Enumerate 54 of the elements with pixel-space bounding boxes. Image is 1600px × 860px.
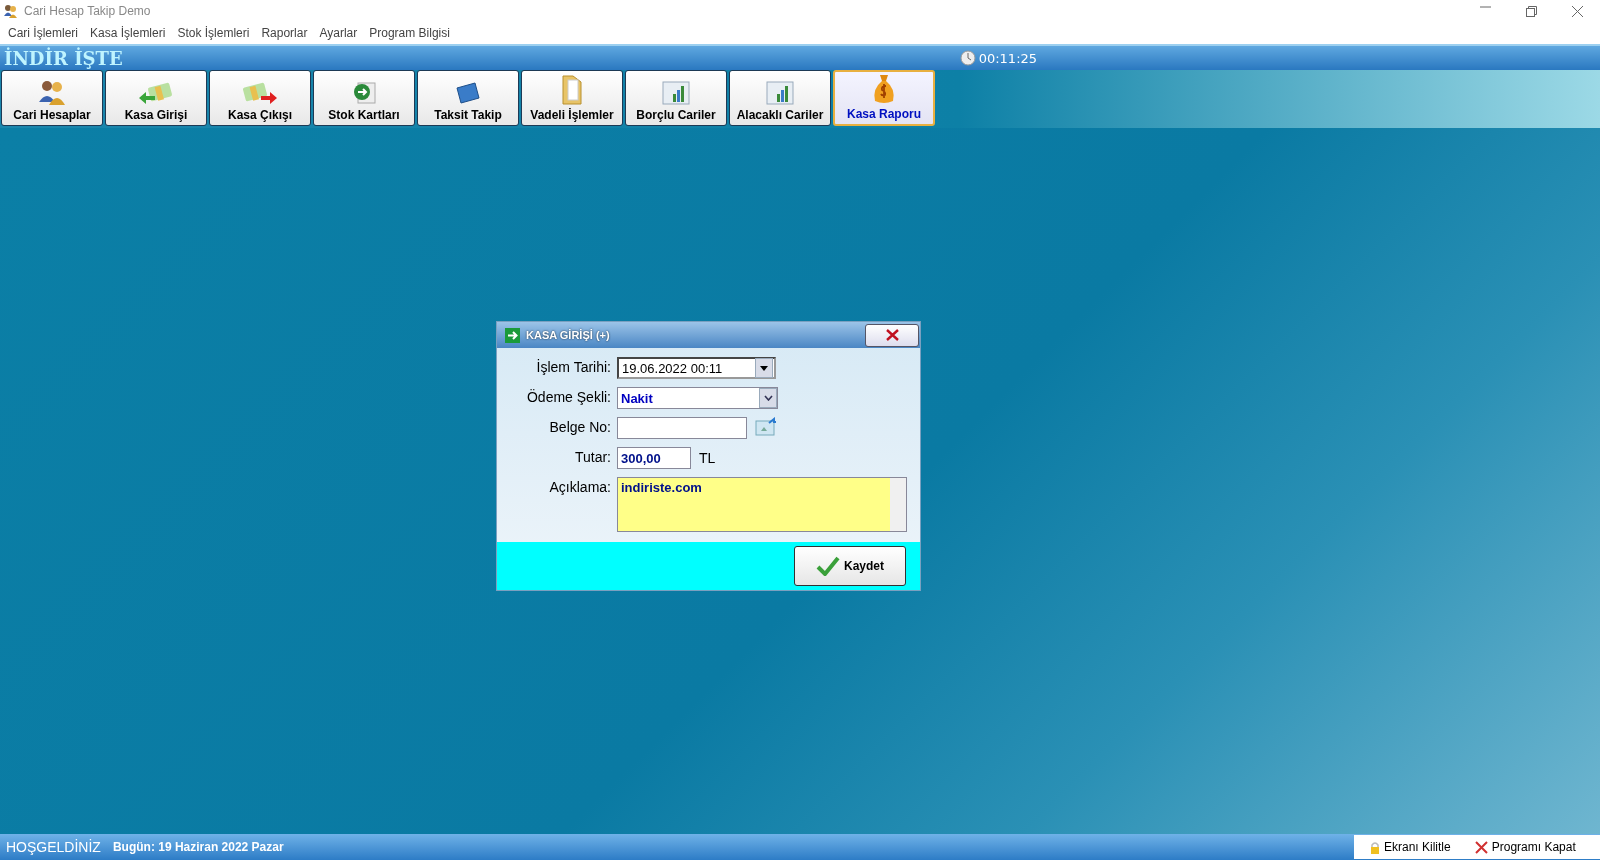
status-action-link[interactable]: Ekranı Kilitle: [1384, 840, 1451, 854]
field-label: Tutar:: [573, 448, 611, 465]
toolbar-button[interactable]: Kasa Çıkışı: [209, 70, 311, 126]
toolbar-button[interactable]: Taksit Takip: [417, 70, 519, 126]
arrow-icon: [505, 327, 520, 343]
close-icon: [1474, 840, 1488, 854]
checkmark-icon: [816, 556, 840, 576]
money-arrow-icon: [137, 82, 175, 106]
currency-label: TL: [699, 449, 716, 466]
amount-field[interactable]: 300,00: [617, 447, 691, 469]
toolbar-button[interactable]: Vadeli İşlemler: [521, 70, 623, 126]
app-icon: [4, 4, 18, 18]
dropdown-icon[interactable]: [759, 388, 777, 408]
field-label: Ödeme Şekli:: [525, 388, 611, 405]
status-action-link[interactable]: Programı Kapat: [1491, 840, 1576, 854]
dropdown-icon[interactable]: [755, 358, 773, 378]
image-picker-icon[interactable]: [755, 417, 777, 437]
date-field[interactable]: 19.06.2022 00:11: [617, 357, 776, 379]
people-icon: [37, 78, 67, 106]
toolbar-button[interactable]: Kasa Raporu: [833, 70, 935, 126]
money-arrow-icon: [241, 82, 279, 106]
menu-item[interactable]: Kasa İşlemleri: [84, 25, 172, 40]
brand-title: İNDİR İŞTE: [4, 47, 123, 69]
save-button[interactable]: Kaydet: [794, 546, 906, 586]
date-text: Bugün: 19 Haziran 2022 Pazar: [112, 840, 284, 854]
toolbar-button[interactable]: Kasa Girişi: [105, 70, 207, 126]
money-bag-icon: [872, 73, 896, 105]
clock-time: 00:11:25: [978, 50, 1038, 66]
window-title: Cari Hesap Takip Demo: [24, 4, 151, 18]
field-label: İşlem Tarihi:: [535, 358, 611, 375]
toolbar-button[interactable]: Stok Kartları: [313, 70, 415, 126]
toolbar-button[interactable]: Borçlu Cariler: [625, 70, 727, 126]
payment-dropdown[interactable]: Nakit: [617, 387, 778, 409]
close-icon[interactable]: [1571, 5, 1583, 17]
field-label: Açıklama:: [548, 478, 611, 495]
menu-item[interactable]: Raporlar: [255, 25, 314, 40]
toolbar-button[interactable]: Alacaklı Cariler: [729, 70, 831, 126]
chart-icon: [765, 80, 795, 106]
menu-item[interactable]: Cari İşlemleri: [2, 25, 84, 40]
menu-item[interactable]: Ayarlar: [313, 25, 364, 40]
clock-icon: [959, 50, 976, 66]
lock-icon: [1370, 840, 1380, 854]
close-button[interactable]: [865, 323, 919, 347]
dialog-title: KASA GİRİŞİ (+): [526, 329, 610, 341]
welcome-text: HOŞGELDİNİZ: [5, 839, 102, 855]
input-field[interactable]: [617, 417, 747, 439]
menu-item[interactable]: Stok İşlemleri: [171, 25, 256, 40]
toolbar-button[interactable]: Cari Hesaplar: [1, 70, 103, 126]
menu-item[interactable]: Program Bilgisi: [363, 25, 456, 40]
description-textarea[interactable]: indiriste.com: [617, 477, 907, 532]
close-icon: [885, 329, 899, 341]
field-label: Belge No:: [548, 418, 611, 435]
chart-icon: [661, 80, 691, 106]
restore-icon[interactable]: [1525, 5, 1537, 17]
